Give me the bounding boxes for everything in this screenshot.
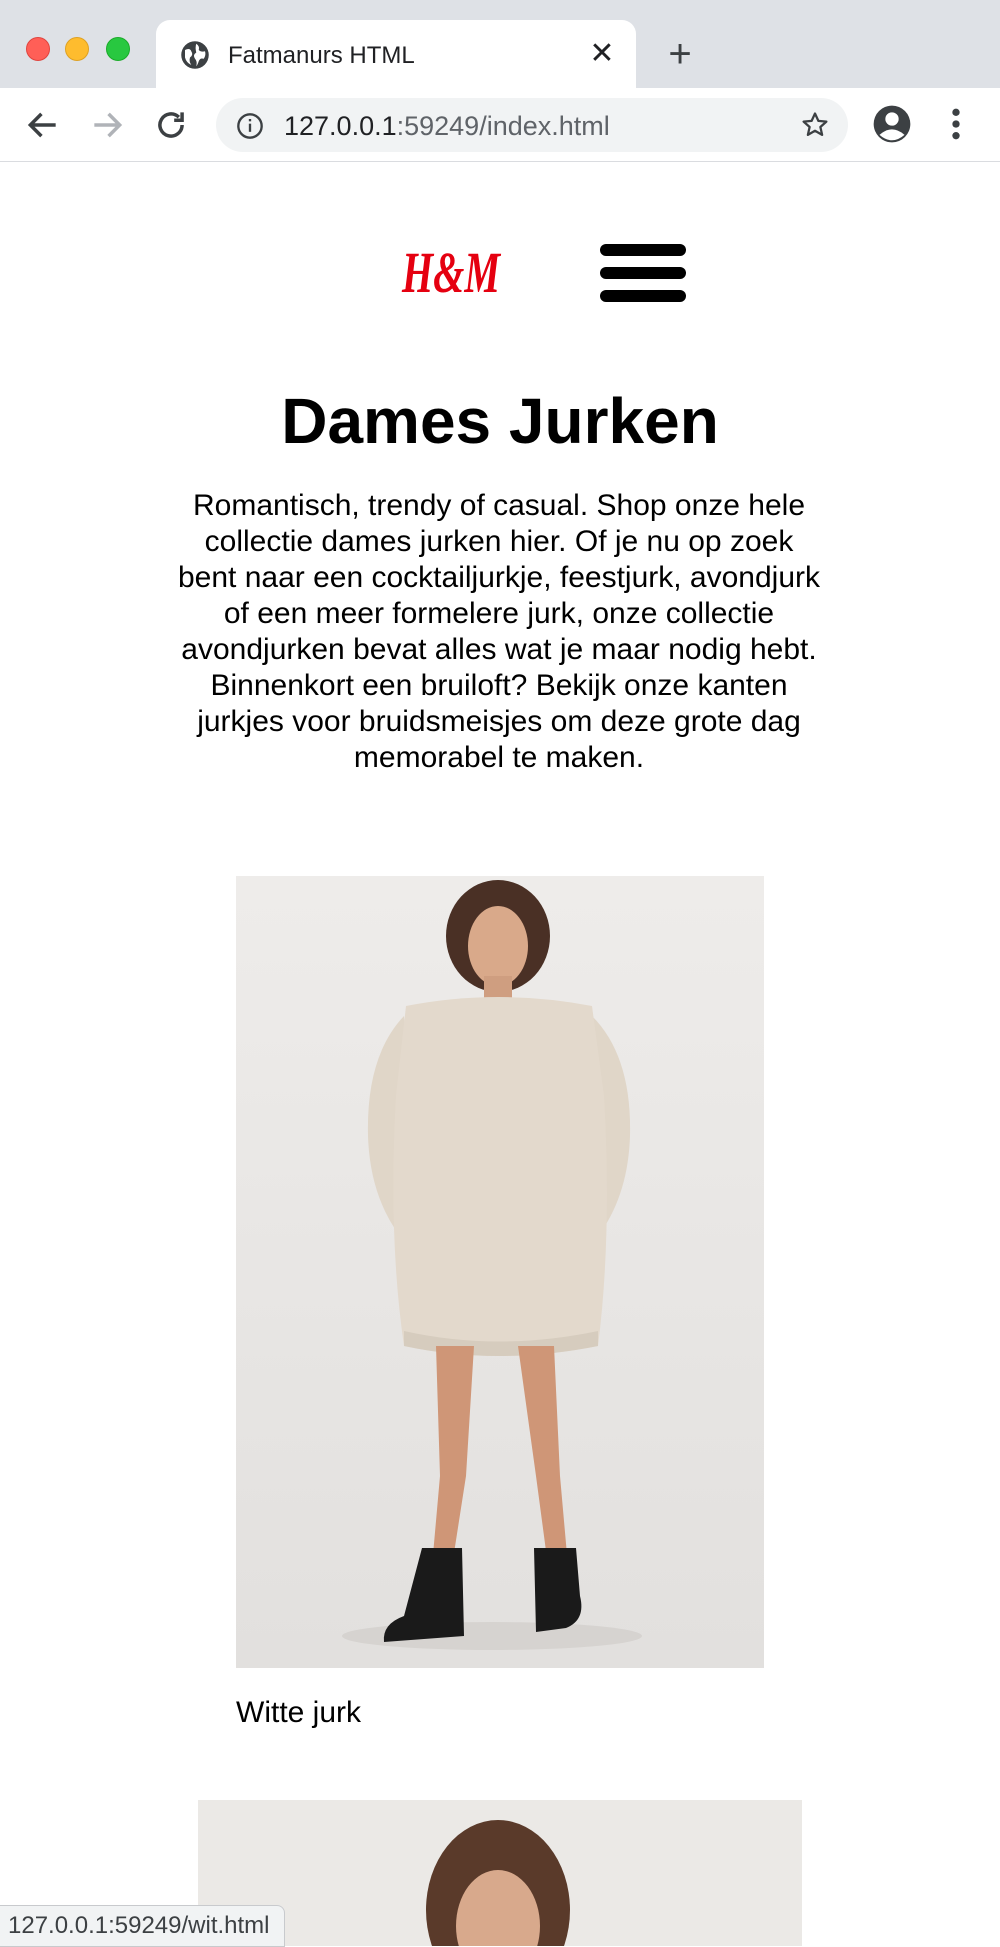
hamburger-menu-icon[interactable] xyxy=(600,240,688,306)
browser-tab[interactable]: Fatmanurs HTML ✕ xyxy=(156,20,636,88)
dress-model-illustration xyxy=(236,876,764,1668)
tab-title: Fatmanurs HTML xyxy=(228,42,415,69)
intro-text: Romantisch, trendy of casual. Shop onze … xyxy=(178,489,821,774)
product-image-2[interactable] xyxy=(198,1800,802,1946)
hm-logo[interactable]: H&M xyxy=(400,238,504,308)
url-text[interactable]: 127.0.0.1:59249/index.html xyxy=(284,111,610,142)
product-image[interactable] xyxy=(236,876,764,1668)
browser-toolbar: 127.0.0.1:59249/index.html xyxy=(0,88,1000,162)
status-bar-link-preview: 127.0.0.1:59249/wit.html xyxy=(0,1905,285,1947)
url-host: 127.0.0.1 xyxy=(284,111,397,141)
globe-icon xyxy=(181,41,209,69)
bookmark-star-icon[interactable] xyxy=(800,110,830,140)
new-tab-button[interactable]: + xyxy=(660,34,700,74)
address-bar[interactable]: 127.0.0.1:59249/index.html xyxy=(216,98,848,152)
forward-icon[interactable] xyxy=(88,106,126,144)
tab-strip: Fatmanurs HTML ✕ + xyxy=(0,0,1000,88)
menu-kebab-icon[interactable] xyxy=(944,104,968,144)
product-caption[interactable]: Witte jurk xyxy=(236,1696,361,1730)
url-path: :59249/index.html xyxy=(396,111,610,141)
maximize-window-button[interactable] xyxy=(106,37,130,61)
minimize-window-button[interactable] xyxy=(65,37,89,61)
model-2-illustration xyxy=(198,1800,802,1946)
close-window-button[interactable] xyxy=(26,37,50,61)
reload-icon[interactable] xyxy=(152,106,190,144)
profile-icon[interactable] xyxy=(872,104,912,144)
close-tab-icon[interactable]: ✕ xyxy=(584,36,620,72)
page-title: Dames Jurken xyxy=(281,385,719,457)
info-icon[interactable] xyxy=(236,112,264,140)
back-icon[interactable] xyxy=(24,106,62,144)
logo-text: H&M xyxy=(401,240,501,305)
